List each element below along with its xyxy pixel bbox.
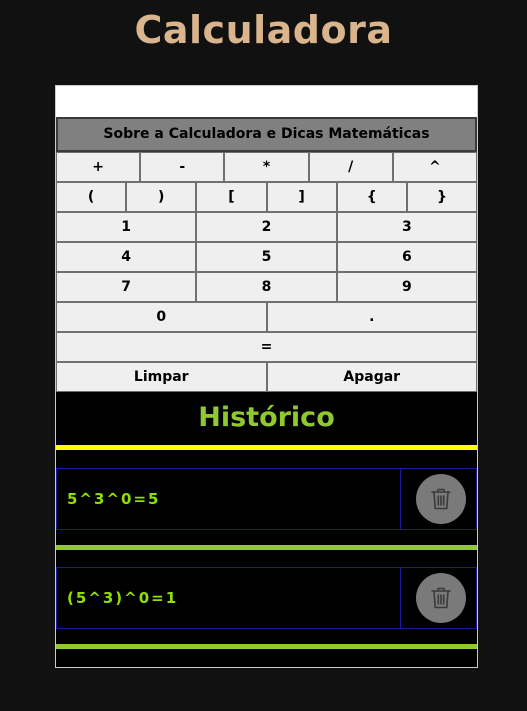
key-close-paren[interactable]: ) xyxy=(126,182,197,212)
key-open-brace[interactable]: { xyxy=(336,182,407,212)
digits-row-3: 7 8 9 xyxy=(56,272,477,302)
history-expression: 5^3^0=5 xyxy=(67,490,161,508)
key-3[interactable]: 3 xyxy=(336,212,477,242)
actions-row: Limpar Apagar xyxy=(56,362,477,392)
key-equals[interactable]: = xyxy=(56,332,477,362)
key-open-paren[interactable]: ( xyxy=(56,182,127,212)
key-9[interactable]: 9 xyxy=(336,272,477,302)
zero-decimal-row: 0 . xyxy=(56,302,477,332)
history-title: Histórico xyxy=(198,402,335,433)
key-1[interactable]: 1 xyxy=(56,212,197,242)
key-8[interactable]: 8 xyxy=(196,272,337,302)
history-item-divider xyxy=(400,568,401,628)
delete-history-button[interactable] xyxy=(416,474,466,524)
key-2[interactable]: 2 xyxy=(196,212,337,242)
key-plus[interactable]: + xyxy=(56,152,141,182)
key-5[interactable]: 5 xyxy=(196,242,337,272)
about-button[interactable]: Sobre a Calculadora e Dicas Matemáticas xyxy=(56,117,477,152)
key-divide[interactable]: / xyxy=(308,152,393,182)
trash-icon xyxy=(431,587,451,609)
key-7[interactable]: 7 xyxy=(56,272,197,302)
history-item: 5^3^0=5 xyxy=(56,468,477,530)
key-minus[interactable]: - xyxy=(140,152,225,182)
key-open-bracket[interactable]: [ xyxy=(196,182,267,212)
key-multiply[interactable]: * xyxy=(224,152,309,182)
clear-button[interactable]: Limpar xyxy=(56,362,267,392)
delete-history-button[interactable] xyxy=(416,573,466,623)
key-0[interactable]: 0 xyxy=(56,302,267,332)
digits-row-2: 4 5 6 xyxy=(56,242,477,272)
history-top-separator xyxy=(56,445,477,450)
delete-button[interactable]: Apagar xyxy=(266,362,477,392)
operators-row: + - * / ^ xyxy=(56,152,477,182)
key-close-bracket[interactable]: ] xyxy=(266,182,337,212)
calculator-display[interactable] xyxy=(56,86,477,117)
digits-row-1: 1 2 3 xyxy=(56,212,477,242)
calculator-panel: Sobre a Calculadora e Dicas Matemáticas … xyxy=(55,85,478,668)
equals-row: = xyxy=(56,332,477,362)
app-title: Calculadora xyxy=(134,8,393,52)
brackets-row: ( ) [ ] { } xyxy=(56,182,477,212)
history-separator xyxy=(56,545,477,550)
history-item-divider xyxy=(400,469,401,529)
history-expression: (5^3)^0=1 xyxy=(67,589,179,607)
key-close-brace[interactable]: } xyxy=(406,182,477,212)
key-4[interactable]: 4 xyxy=(56,242,197,272)
key-decimal[interactable]: . xyxy=(266,302,477,332)
trash-icon xyxy=(431,488,451,510)
key-6[interactable]: 6 xyxy=(336,242,477,272)
history-item: (5^3)^0=1 xyxy=(56,567,477,629)
key-power[interactable]: ^ xyxy=(392,152,477,182)
history-separator xyxy=(56,644,477,649)
